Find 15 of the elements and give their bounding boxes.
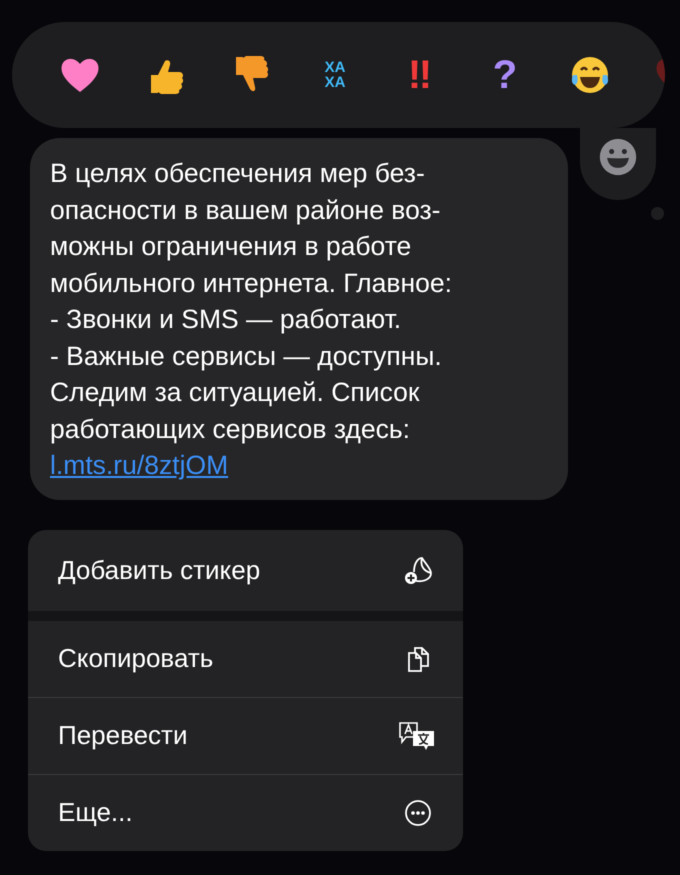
menu-item[interactable]: Добавить стикер bbox=[28, 530, 463, 610]
reaction-button[interactable] bbox=[580, 128, 656, 200]
question-icon[interactable]: ? bbox=[483, 53, 527, 97]
message-text: В целях обеспечения мер без- опасности в вашем районе воз- можны ограничения в работе мобильного интернета. Главное: - Звонки и SMS — работают. - Важные сервисы — доступны. Следим за ситуацией. Список работающих сервисов здесь: bbox=[50, 157, 452, 446]
exclamation-icon[interactable]: ‼ bbox=[398, 53, 442, 97]
message-link[interactable]: l.mts.ru/8ztjOM bbox=[50, 447, 228, 484]
haha-icon[interactable]: ХА ХА bbox=[313, 53, 357, 97]
menu-item[interactable]: Скопировать bbox=[28, 620, 463, 696]
smiley-face-icon bbox=[598, 137, 638, 177]
menu-item[interactable]: Еще... bbox=[28, 774, 463, 850]
translate-icon bbox=[397, 720, 437, 752]
sticker-icon bbox=[403, 555, 433, 585]
more-icon bbox=[403, 798, 433, 828]
menu-item[interactable]: Перевести bbox=[28, 698, 463, 774]
bubble-tail-dot bbox=[651, 207, 664, 220]
